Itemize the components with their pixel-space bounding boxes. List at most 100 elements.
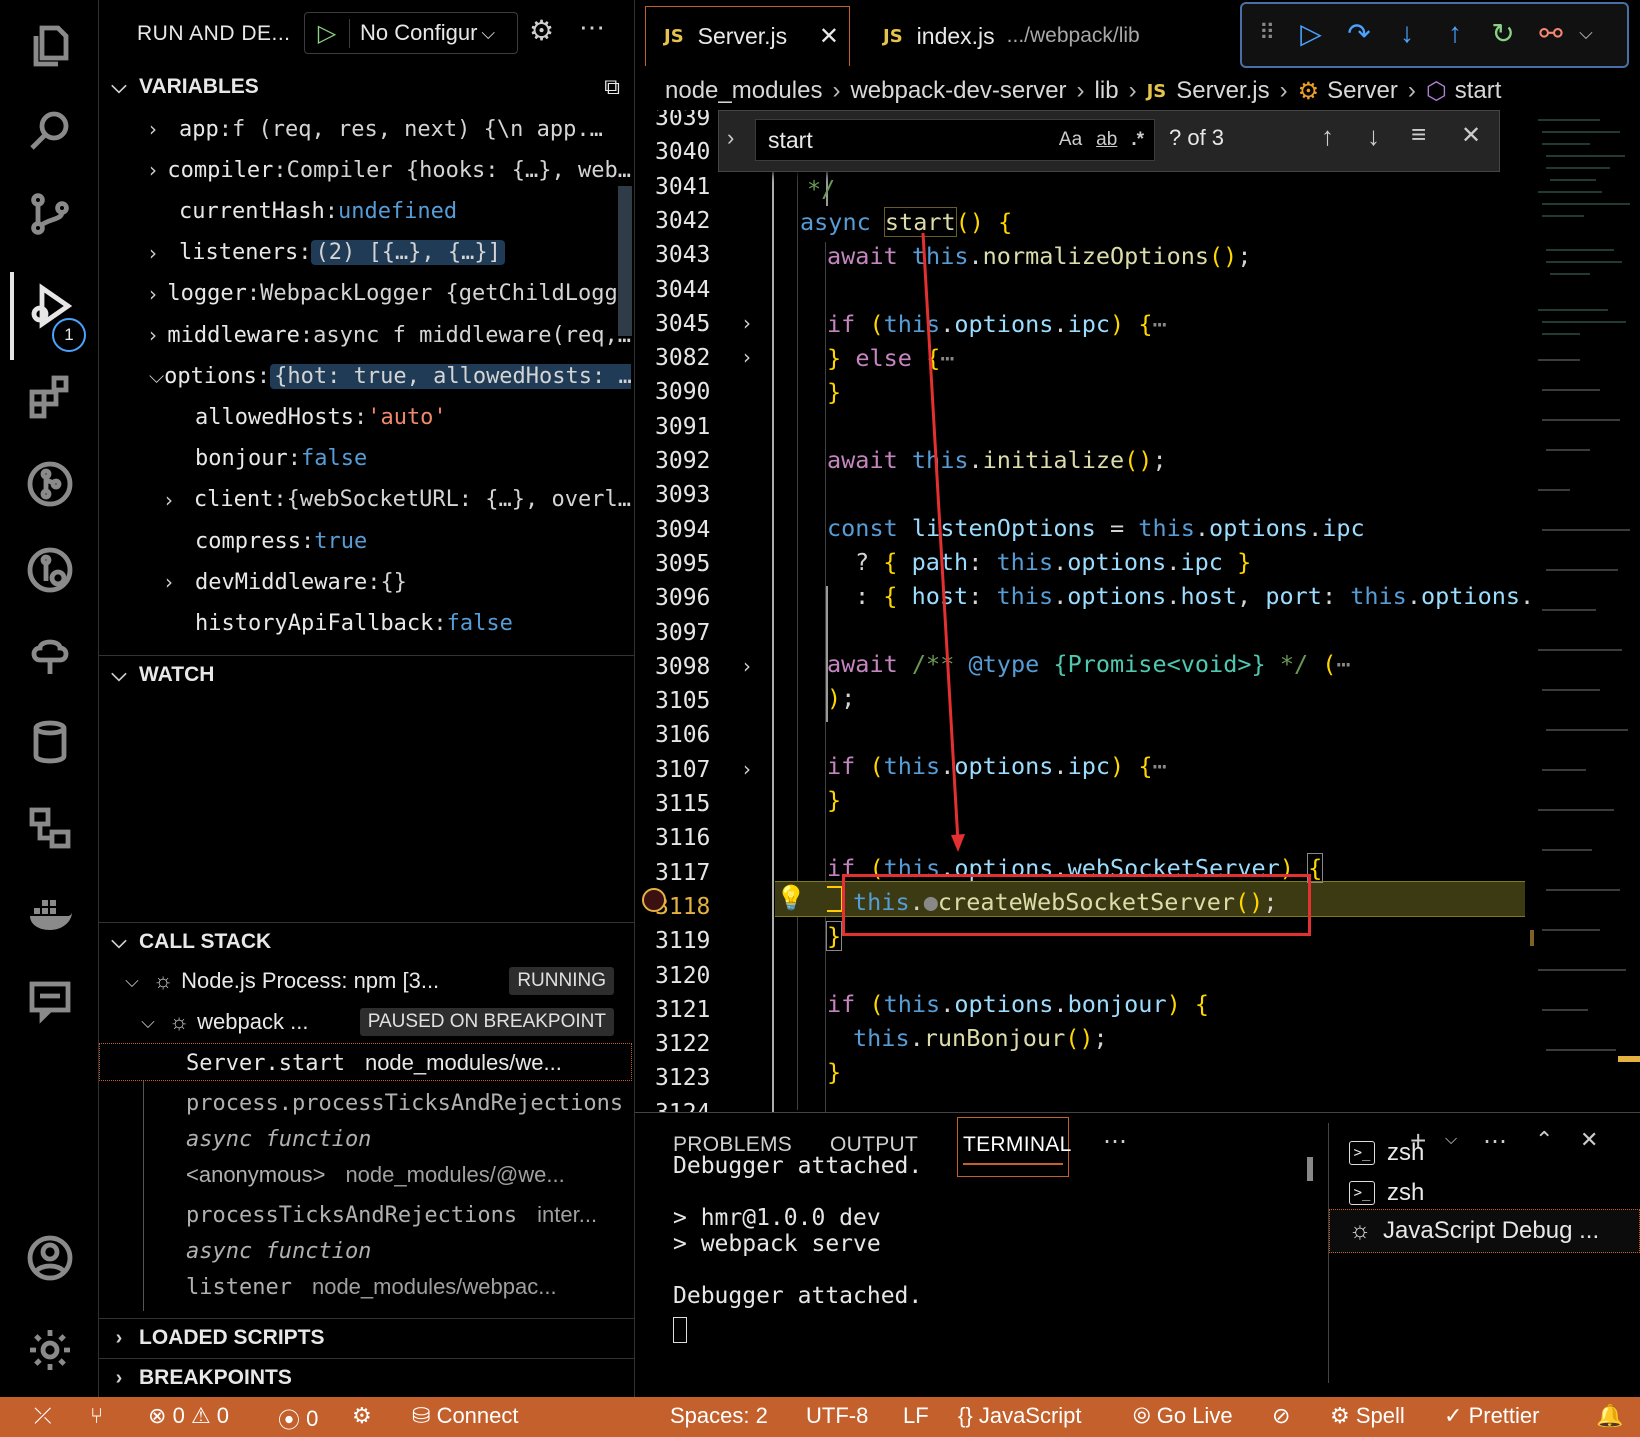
- variable-item[interactable]: › app: f (req, res, next) {\n app.…: [149, 110, 631, 148]
- encoding-status[interactable]: UTF-8: [806, 1403, 868, 1429]
- eol-status[interactable]: LF: [903, 1403, 929, 1429]
- terminal-item-zsh[interactable]: >_ zsh: [1349, 1133, 1424, 1173]
- chevron-right-icon[interactable]: ›: [149, 241, 179, 265]
- extensions-icon[interactable]: [22, 370, 78, 426]
- variable-item[interactable]: ⌵ options: {hot: true, allowedHosts: …: [149, 357, 631, 395]
- terminal-scrollbar[interactable]: [1307, 1157, 1313, 1181]
- variable-item[interactable]: › client: {webSocketURL: {…}, overl…: [165, 481, 631, 519]
- variable-item[interactable]: compress: true: [165, 522, 631, 560]
- remote-indicator-icon[interactable]: ⤫: [34, 1403, 52, 1429]
- tree-icon[interactable]: [22, 628, 78, 684]
- problems-status[interactable]: ⊗ 0 ⚠ 0: [148, 1403, 229, 1429]
- git-history-icon[interactable]: [22, 542, 78, 598]
- spell-status[interactable]: ⚙ Spell: [1330, 1403, 1405, 1429]
- find-in-selection-icon[interactable]: ≡: [1411, 119, 1426, 150]
- find-input[interactable]: start Aa ab .*: [755, 119, 1155, 161]
- explorer-icon[interactable]: [22, 18, 78, 74]
- gear-icon[interactable]: ⚙: [529, 14, 554, 47]
- variables-section-header[interactable]: ⌵ VARIABLES ⧉: [99, 68, 634, 106]
- tab-terminal[interactable]: TERMINAL: [963, 1133, 1072, 1157]
- variable-item[interactable]: bonjour: false: [165, 440, 631, 478]
- stack-frame[interactable]: process.processTicksAndRejections: [186, 1084, 626, 1122]
- database-icon[interactable]: [22, 714, 78, 770]
- breadcrumb-item[interactable]: webpack-dev-server: [850, 77, 1066, 105]
- chevron-right-icon[interactable]: ›: [149, 323, 167, 347]
- more-actions-icon[interactable]: ⋯: [579, 12, 605, 43]
- chevron-right-icon[interactable]: ›: [165, 488, 194, 512]
- more-actions-icon[interactable]: ⋯: [1103, 1127, 1127, 1156]
- golive-status[interactable]: ⦾ Go Live: [1133, 1403, 1233, 1429]
- breakpoints-section-header[interactable]: › BREAKPOINTS: [99, 1358, 634, 1397]
- continue-icon[interactable]: ▷: [1292, 14, 1330, 52]
- variable-item[interactable]: › middleware: async f middleware(req,…: [149, 316, 631, 354]
- toggle-replace-icon[interactable]: ›: [727, 125, 734, 151]
- chevron-right-icon[interactable]: ›: [149, 282, 167, 306]
- lightbulb-icon[interactable]: 💡: [776, 884, 806, 913]
- callstack-section-header[interactable]: ⌵ CALL STACK: [99, 922, 634, 961]
- stack-frame[interactable]: Server.start node_modules/we...: [186, 1044, 626, 1082]
- watch-section-header[interactable]: ⌵ WATCH: [99, 655, 634, 694]
- stack-frame[interactable]: <anonymous> node_modules/@we...: [186, 1156, 626, 1194]
- source-control-icon[interactable]: [22, 186, 78, 242]
- prettier-status[interactable]: ✓ Prettier: [1444, 1403, 1539, 1429]
- breadcrumb-item[interactable]: Server.js: [1176, 77, 1269, 105]
- tab-server-js[interactable]: JS Server.js ✕: [645, 6, 850, 66]
- connect-status[interactable]: ⛁ Connect: [412, 1403, 519, 1429]
- minimap[interactable]: [1530, 110, 1640, 1100]
- disconnect-icon[interactable]: ⚯: [1532, 14, 1570, 52]
- chevron-down-icon[interactable]: ⌵: [149, 364, 164, 388]
- debug-config-dropdown[interactable]: ▷ No Configur ⌵: [304, 12, 518, 54]
- comments-icon[interactable]: [22, 972, 78, 1028]
- close-icon[interactable]: ✕: [1461, 121, 1481, 150]
- chevron-down-icon[interactable]: ⌵: [1567, 14, 1605, 52]
- debug-status-icon[interactable]: ⚙: [352, 1403, 372, 1429]
- restart-icon[interactable]: ↻: [1484, 14, 1522, 52]
- chevron-right-icon[interactable]: ›: [165, 570, 195, 594]
- callstack-thread[interactable]: ⌵ ☼ webpack ... PAUSED ON BREAKPOINT: [99, 1003, 634, 1041]
- tab-index-js[interactable]: JS index.js .../webpack/lib: [883, 6, 1203, 66]
- breadcrumb-item[interactable]: start: [1455, 77, 1502, 105]
- docker-icon[interactable]: [22, 886, 78, 942]
- stack-frame[interactable]: async function: [186, 1232, 626, 1270]
- drag-handle-icon[interactable]: ⠿: [1248, 14, 1286, 52]
- loaded-scripts-section-header[interactable]: › LOADED SCRIPTS: [99, 1318, 634, 1357]
- chevron-right-icon[interactable]: ›: [149, 158, 167, 182]
- git-graph-icon[interactable]: [22, 456, 78, 512]
- stack-frame[interactable]: async function: [186, 1120, 626, 1158]
- copilot-disabled-icon[interactable]: ⊘: [1272, 1403, 1290, 1429]
- ports-status[interactable]: ⦿ 0: [278, 1403, 318, 1435]
- callstack-process[interactable]: ⌵ ☼ Node.js Process: npm [3... RUNNING: [99, 962, 634, 1000]
- terminal-item-javascript-debug[interactable]: ☼ JavaScript Debug ...: [1349, 1211, 1599, 1251]
- variable-item[interactable]: › compiler: Compiler {hooks: {…}, web…: [149, 151, 631, 189]
- variable-item[interactable]: › listeners: (2) [{…}, {…}]: [149, 234, 631, 272]
- breadcrumb-item[interactable]: node_modules: [665, 77, 822, 105]
- breadcrumb-item[interactable]: lib: [1095, 77, 1119, 105]
- remote-explorer-icon[interactable]: [22, 800, 78, 856]
- previous-match-icon[interactable]: ↑: [1321, 121, 1334, 152]
- account-icon[interactable]: [22, 1230, 78, 1286]
- stack-frame[interactable]: listener node_modules/webpac...: [186, 1268, 626, 1306]
- search-icon[interactable]: [22, 102, 78, 158]
- next-match-icon[interactable]: ↓: [1367, 121, 1380, 152]
- match-whole-word-toggle[interactable]: ab: [1096, 129, 1117, 151]
- match-case-toggle[interactable]: Aa: [1059, 129, 1082, 151]
- close-icon[interactable]: ✕: [819, 22, 839, 51]
- variable-item[interactable]: currentHash: undefined: [149, 192, 631, 230]
- step-into-icon[interactable]: ↓: [1388, 14, 1426, 52]
- variable-item[interactable]: › devMiddleware: {}: [165, 563, 631, 601]
- breadcrumb-item[interactable]: Server: [1327, 77, 1398, 105]
- settings-gear-icon[interactable]: [22, 1322, 78, 1378]
- step-out-icon[interactable]: ↑: [1436, 14, 1474, 52]
- stack-frame[interactable]: processTicksAndRejections inter...: [186, 1196, 626, 1234]
- variables-scrollbar[interactable]: [618, 186, 632, 336]
- indentation-status[interactable]: Spaces: 2: [670, 1403, 768, 1429]
- variable-item[interactable]: › logger: WebpackLogger {getChildLogg…: [149, 275, 631, 313]
- step-over-icon[interactable]: ↷: [1340, 14, 1378, 52]
- language-status[interactable]: {} JavaScript: [958, 1403, 1082, 1429]
- variable-item[interactable]: historyApiFallback: false: [165, 604, 631, 642]
- use-regex-toggle[interactable]: .*: [1131, 129, 1144, 151]
- chevron-right-icon[interactable]: ›: [149, 117, 179, 141]
- collapse-all-icon[interactable]: ⧉: [604, 74, 620, 100]
- notifications-bell-icon[interactable]: 🔔: [1596, 1403, 1623, 1429]
- breakpoint-paused-icon[interactable]: [642, 888, 666, 912]
